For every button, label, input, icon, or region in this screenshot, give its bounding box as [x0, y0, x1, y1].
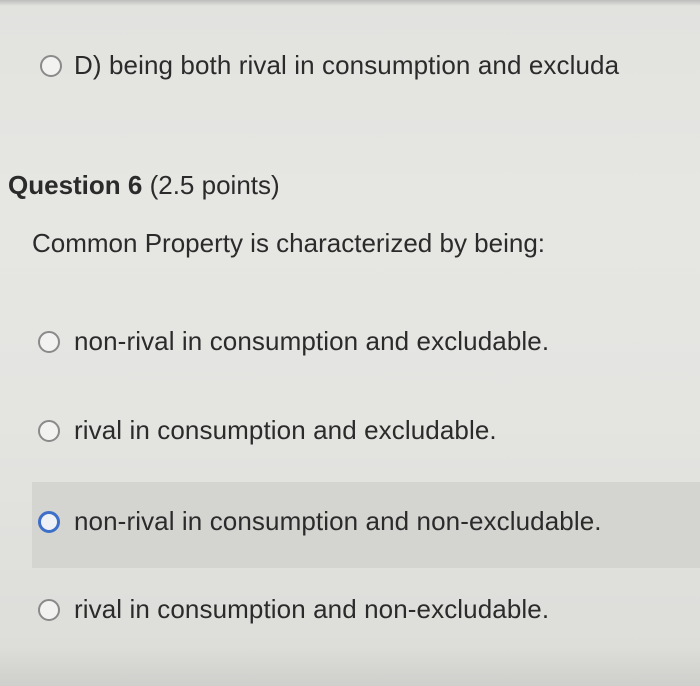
option-label: rival in consumption and non-excludable. [74, 594, 550, 624]
question-header: Question 6 (2.5 points) [8, 170, 280, 201]
screen-top-edge [0, 0, 700, 6]
question-prompt: Common Property is characterized by bein… [32, 228, 546, 258]
answer-option-2[interactable]: rival in consumption and excludable. [38, 415, 497, 446]
radio-button[interactable] [38, 598, 60, 621]
option-label: D) being both rival in consumption and e… [74, 50, 620, 80]
option-label: non-rival in consumption and non-excluda… [74, 506, 602, 536]
question-points: (2.5 points) [149, 170, 280, 200]
answer-option-3[interactable]: non-rival in consumption and non-excluda… [38, 506, 602, 537]
previous-question-option-d[interactable]: D) being both rival in consumption and e… [40, 50, 619, 81]
radio-button[interactable] [38, 330, 60, 353]
option-label: rival in consumption and excludable. [74, 415, 497, 445]
radio-button-focused[interactable] [38, 510, 60, 533]
bottom-shading [0, 646, 700, 686]
radio-button[interactable] [40, 54, 62, 77]
option-label: non-rival in consumption and excludable. [74, 326, 550, 356]
answer-option-1[interactable]: non-rival in consumption and excludable. [38, 326, 549, 357]
answer-option-4[interactable]: rival in consumption and non-excludable. [38, 594, 549, 625]
question-title: Question 6 [8, 170, 143, 200]
radio-button[interactable] [38, 419, 60, 442]
